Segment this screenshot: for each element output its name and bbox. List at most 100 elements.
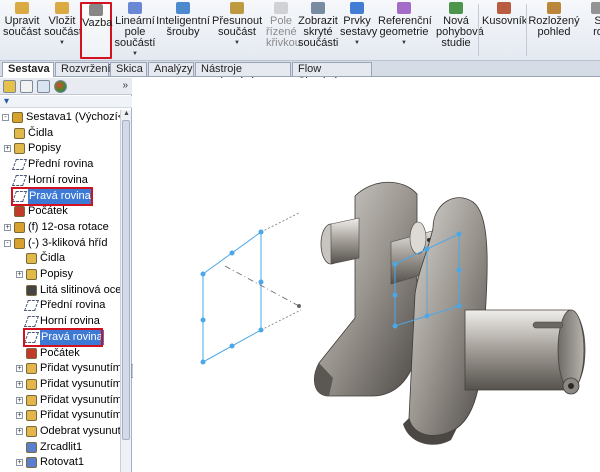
dropdown-arrow-icon[interactable]: ▼	[44, 40, 80, 46]
dropdown-arrow-icon[interactable]: ▼	[340, 40, 374, 46]
dropdown-arrow-icon[interactable]: ▼	[212, 40, 262, 46]
tree-item-label: Odebrat vysunut	[40, 425, 120, 437]
ribbon-button-label: Upravit součást	[3, 15, 41, 38]
tree-item[interactable]: + Popisy	[0, 141, 120, 156]
tree-item[interactable]: Přední rovina	[0, 298, 120, 313]
tree-item[interactable]: + Přidat vysunutím	[0, 408, 120, 423]
reference-plane-left[interactable]	[200, 212, 302, 365]
tree-item-label: Čidla	[28, 126, 54, 139]
sensors-icon	[26, 253, 37, 265]
tree-item[interactable]: + Přidat vysunutím	[0, 361, 120, 376]
ribbon-button-3[interactable]: Lineární pole součástí ▼	[114, 2, 156, 59]
expand-icon[interactable]: +	[4, 145, 11, 153]
collapse-panel-icon[interactable]: »	[122, 80, 128, 91]
ribbon-button-label: Přesunout součást	[212, 15, 263, 38]
expand-icon[interactable]: +	[16, 412, 23, 420]
annotations-icon	[26, 269, 37, 280]
curve-pattern-icon	[274, 2, 288, 14]
linear-pattern-icon	[128, 2, 142, 14]
tree-item[interactable]: Počátek	[0, 204, 120, 219]
plane-icon	[23, 316, 40, 328]
ribbon-button-0[interactable]: Upravit součást	[2, 2, 42, 59]
expand-icon[interactable]: +	[16, 365, 23, 373]
revolve-icon	[26, 457, 37, 469]
tree-item[interactable]: - (-) 3-kliková hříd	[0, 236, 120, 251]
tree-item[interactable]: - Sestava1 (Výchozí<	[0, 110, 120, 125]
tree-item-label: Přední rovina	[40, 299, 106, 312]
ribbon-button-12[interactable]: Rozložený pohled	[528, 2, 580, 59]
ribbon-button-5[interactable]: Přesunout součást ▼	[212, 2, 262, 59]
feature-tree-tab-icon[interactable]	[3, 80, 16, 93]
tree-item[interactable]: Přední rovina	[0, 157, 120, 172]
tree-item[interactable]: Čidla	[0, 251, 120, 266]
graphics-viewport[interactable]	[133, 78, 600, 472]
tree-item-label: Přidat vysunutím	[40, 393, 120, 406]
ribbon-button-8[interactable]: Prvky sestavy ▼	[340, 2, 377, 59]
collapse-icon[interactable]: -	[2, 114, 9, 121]
ribbon-button-2[interactable]: Vazba	[80, 2, 112, 59]
bom-icon	[497, 2, 511, 14]
mirror-icon	[26, 441, 37, 453]
tree-item-label: Počátek	[28, 205, 68, 218]
assembly-icon	[12, 112, 23, 123]
dropdown-arrow-icon[interactable]: ▼	[378, 40, 430, 46]
ribbon-button-9[interactable]: Referenční geometrie ▼	[378, 2, 432, 59]
edit-part-icon	[15, 2, 29, 14]
ribbon-button-1[interactable]: Vložit součást ▼	[44, 2, 82, 59]
tree-scrollbar[interactable]: ▲	[120, 110, 131, 472]
tree-item[interactable]: Zrcadlit1	[0, 440, 120, 455]
ribbon-button-label: Vložit součást	[44, 15, 82, 38]
ribbon-button-7[interactable]: Zobrazit skryté součásti	[298, 2, 338, 59]
plane-icon	[11, 159, 28, 171]
appearance-manager-tab-icon[interactable]	[54, 80, 67, 93]
shaft-right	[464, 309, 586, 395]
smart-fasteners-icon	[176, 2, 190, 14]
ribbon-button-10[interactable]: Nová pohybová studie	[436, 2, 484, 59]
configuration-manager-tab-icon[interactable]	[37, 80, 50, 93]
scroll-thumb[interactable]	[122, 120, 130, 440]
tab-4[interactable]: Nástroje rendrování	[195, 62, 291, 88]
tree-item[interactable]: + Popisy	[0, 267, 120, 282]
scroll-up-icon[interactable]: ▲	[123, 110, 130, 117]
expand-icon[interactable]: +	[16, 459, 23, 467]
ribbon-button-label: Referenční geometrie	[378, 15, 432, 38]
ribbon-button-6[interactable]: Pole řízené křivkou	[266, 2, 301, 59]
ribbon-button-13[interactable]: S ro	[590, 2, 600, 59]
tree-item-label: Rotovat1	[40, 456, 85, 469]
expand-icon[interactable]: +	[16, 428, 23, 435]
expand-icon[interactable]: +	[16, 271, 23, 278]
tree-item-label: Přidat vysunutím	[40, 409, 120, 422]
tree-item-label: Popisy	[40, 268, 74, 280]
tree-item[interactable]: Počátek	[0, 346, 120, 361]
tree-item[interactable]: + Přidat vysunutím	[0, 377, 120, 392]
tree-item[interactable]: + Rotovat1	[0, 455, 120, 470]
expand-icon[interactable]: +	[16, 380, 23, 388]
tree-item[interactable]: + Odebrat vysunut	[0, 424, 120, 439]
ribbon-button-label: Pole řízené křivkou	[266, 15, 301, 49]
tree-item-label: Přidat vysunutím	[40, 377, 120, 390]
highlight-box	[23, 327, 103, 347]
tree-item[interactable]: Čidla	[0, 126, 120, 141]
ribbon-button-11[interactable]: Kusovník	[482, 2, 527, 59]
tree-item[interactable]: + (f) 12-osa rotace	[0, 220, 120, 235]
filter-icon[interactable]: ▾	[4, 96, 9, 107]
tab-5[interactable]: Flow Simulation	[292, 62, 372, 88]
expand-icon[interactable]: +	[16, 396, 23, 404]
material-icon	[26, 284, 37, 296]
tree-item[interactable]: + Přidat vysunutím	[0, 393, 120, 408]
collapse-icon[interactable]: -	[4, 239, 11, 247]
dropdown-arrow-icon[interactable]: ▼	[114, 51, 156, 57]
exploded-view-icon	[547, 2, 561, 14]
tab-2[interactable]: Skica	[110, 62, 147, 76]
partial-icon	[591, 2, 600, 14]
extrude-icon	[26, 363, 37, 375]
tab-0[interactable]: Sestava	[2, 62, 54, 77]
tab-1[interactable]: Rozvržení	[55, 62, 111, 76]
tree-item[interactable]: Litá slitinová oce	[0, 283, 120, 298]
tree-item-label: Sestava1 (Výchozí<	[26, 111, 120, 123]
tab-3[interactable]: Analýzy	[148, 62, 194, 76]
crank-web-rear	[314, 181, 418, 397]
expand-icon[interactable]: +	[4, 223, 11, 231]
ribbon-button-4[interactable]: Inteligentní šrouby	[156, 2, 210, 59]
property-manager-tab-icon[interactable]	[20, 80, 33, 93]
